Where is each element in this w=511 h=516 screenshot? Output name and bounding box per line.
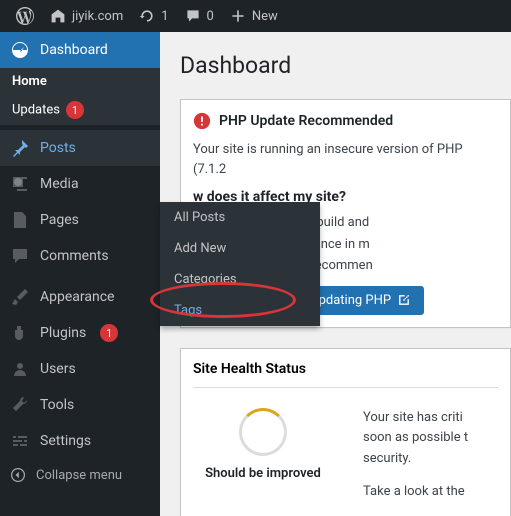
brush-icon — [10, 287, 30, 307]
sidebar-label: Users — [40, 361, 76, 377]
sidebar-label: Comments — [40, 248, 109, 264]
new-content-button[interactable]: New — [222, 0, 286, 32]
submenu-tags[interactable]: Tags — [160, 295, 320, 326]
health-status-label: Should be improved — [193, 466, 333, 481]
sidebar-label: Tools — [40, 397, 74, 413]
sidebar-item-dashboard[interactable]: Dashboard — [0, 32, 160, 68]
updates-count: 1 — [161, 9, 168, 24]
updates-link[interactable]: 1 — [131, 0, 176, 32]
plug-icon — [10, 323, 30, 343]
sidebar-item-comments[interactable]: Comments — [0, 238, 160, 274]
admin-sidebar: Dashboard Home Updates1 Posts Media Page… — [0, 32, 160, 516]
posts-flyout-submenu: All Posts Add New Categories Tags — [160, 202, 320, 326]
sidebar-label: Pages — [40, 212, 79, 228]
wrench-icon — [10, 395, 30, 415]
sidebar-label: Dashboard — [40, 42, 108, 58]
wp-logo-button[interactable] — [8, 0, 42, 32]
home-icon — [50, 8, 66, 24]
panel-heading: Site Health Status — [193, 361, 498, 388]
submenu-categories[interactable]: Categories — [160, 264, 320, 295]
panel-text: Your site is running an insecure version… — [193, 140, 498, 179]
sidebar-label: Media — [40, 176, 79, 192]
collapse-label: Collapse menu — [36, 468, 122, 483]
sidebar-label: Appearance — [40, 289, 114, 305]
sidebar-item-users[interactable]: Users — [0, 351, 160, 387]
wordpress-icon — [16, 7, 34, 25]
page-title: Dashboard — [180, 52, 511, 79]
user-icon — [10, 359, 30, 379]
sidebar-sub-home[interactable]: Home — [0, 68, 160, 95]
sidebar-item-plugins[interactable]: Plugins 1 — [0, 315, 160, 351]
health-description: Your site has critisoon as possible tsec… — [363, 408, 468, 515]
external-link-icon — [397, 293, 411, 307]
collapse-menu-button[interactable]: Collapse menu — [0, 459, 160, 491]
admin-topbar: jiyik.com 1 0 New — [0, 0, 511, 32]
plus-icon — [230, 8, 246, 24]
comments-icon — [10, 246, 30, 266]
plugins-badge: 1 — [100, 324, 118, 342]
comments-link[interactable]: 0 — [177, 0, 222, 32]
dashboard-icon — [10, 40, 30, 60]
sidebar-item-pages[interactable]: Pages — [0, 202, 160, 238]
sidebar-label: Posts — [40, 140, 76, 156]
updates-badge: 1 — [66, 101, 84, 119]
new-label: New — [252, 9, 278, 24]
page-icon — [10, 210, 30, 230]
pin-icon — [10, 138, 30, 158]
sidebar-item-tools[interactable]: Tools — [0, 387, 160, 423]
site-name-label: jiyik.com — [72, 9, 123, 24]
sidebar-label: Settings — [40, 433, 91, 449]
health-ring-icon — [239, 408, 287, 456]
sidebar-item-media[interactable]: Media — [0, 166, 160, 202]
sliders-icon — [10, 431, 30, 451]
submenu-all-posts[interactable]: All Posts — [160, 202, 320, 233]
sidebar-item-settings[interactable]: Settings — [0, 423, 160, 459]
site-health-panel: Site Health Status Should be improved Yo… — [180, 348, 511, 516]
sidebar-item-posts[interactable]: Posts — [0, 130, 160, 166]
warning-icon — [193, 112, 211, 130]
sidebar-item-appearance[interactable]: Appearance — [0, 279, 160, 315]
media-icon — [10, 174, 30, 194]
submenu-add-new[interactable]: Add New — [160, 233, 320, 264]
comments-count: 0 — [207, 9, 214, 24]
sidebar-submenu-dashboard: Home Updates1 — [0, 68, 160, 125]
sidebar-label: Plugins — [40, 325, 86, 341]
refresh-icon — [139, 8, 155, 24]
collapse-icon — [10, 467, 26, 483]
sidebar-sub-updates[interactable]: Updates1 — [0, 95, 160, 125]
site-link[interactable]: jiyik.com — [42, 0, 131, 32]
panel-heading: PHP Update Recommended — [193, 112, 498, 130]
comment-icon — [185, 8, 201, 24]
